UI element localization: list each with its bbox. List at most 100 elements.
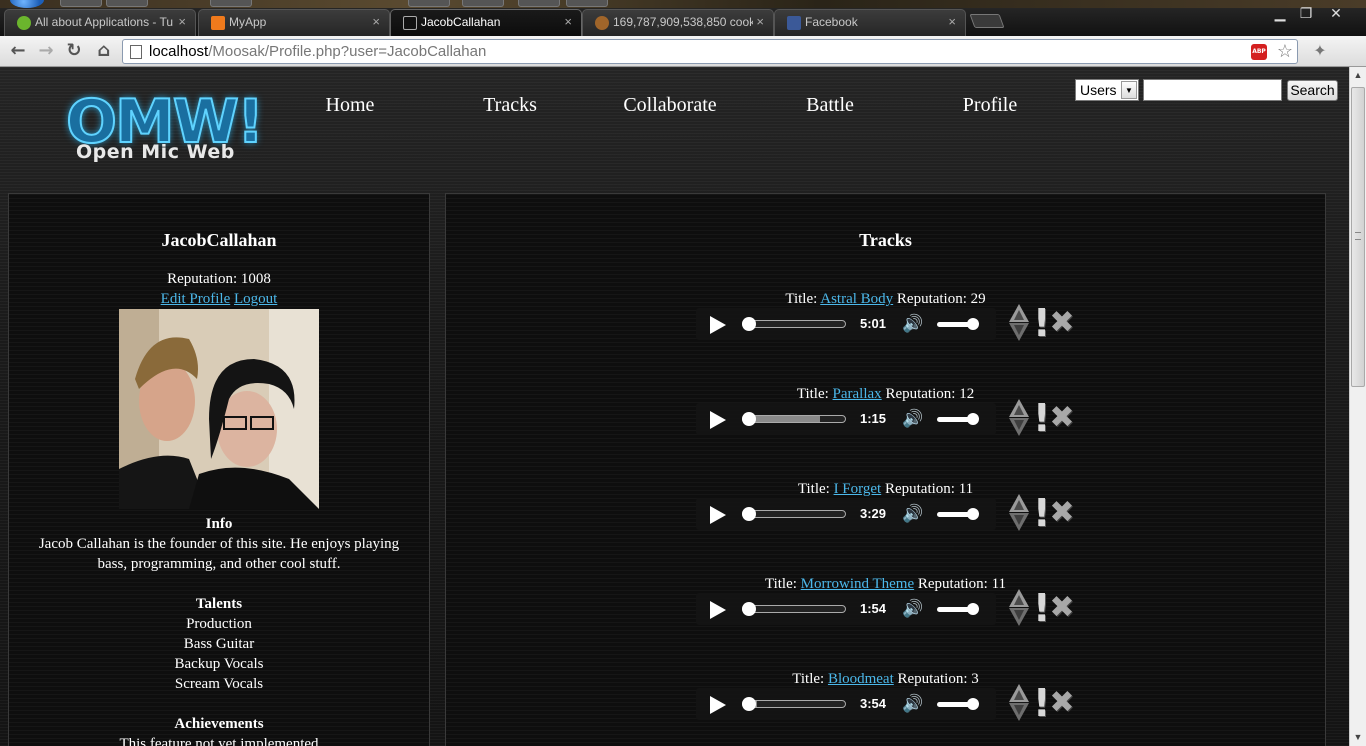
seek-knob[interactable] bbox=[742, 602, 756, 616]
restore-icon[interactable]: ❐ bbox=[1294, 6, 1318, 22]
track-reputation: 11 bbox=[991, 576, 1007, 592]
seek-knob[interactable] bbox=[742, 317, 756, 331]
volume-knob[interactable] bbox=[967, 413, 979, 425]
track-title-link[interactable]: Morrowind Theme bbox=[801, 576, 914, 592]
tab-label: MyApp bbox=[229, 15, 267, 29]
scrollbar-thumb[interactable] bbox=[1351, 87, 1365, 387]
play-icon[interactable] bbox=[710, 696, 726, 714]
report-icon[interactable]: ! bbox=[1033, 589, 1050, 627]
search-input[interactable] bbox=[1143, 79, 1282, 101]
taskbar-item[interactable] bbox=[210, 0, 252, 7]
title-prefix: Title: bbox=[764, 576, 797, 592]
tab-close-icon[interactable]: × bbox=[178, 14, 186, 29]
track-title-link[interactable]: I Forget bbox=[834, 481, 882, 497]
volume-icon[interactable]: 🔊 bbox=[902, 599, 923, 619]
seek-knob[interactable] bbox=[742, 507, 756, 521]
report-icon[interactable]: ! bbox=[1033, 684, 1050, 722]
close-window-icon[interactable]: ✕ bbox=[1324, 6, 1348, 22]
tab-close-icon[interactable]: × bbox=[564, 14, 572, 29]
seek-bar[interactable] bbox=[742, 605, 846, 613]
report-icon[interactable]: ! bbox=[1033, 494, 1050, 532]
chevron-down-icon[interactable]: ▼ bbox=[1121, 81, 1137, 99]
browser-tab[interactable]: All about Applications - Tu × bbox=[4, 9, 196, 36]
scroll-down-icon[interactable]: ▼ bbox=[1350, 729, 1366, 746]
volume-icon[interactable]: 🔊 bbox=[902, 409, 923, 429]
seek-knob[interactable] bbox=[742, 412, 756, 426]
delete-icon[interactable]: ✖ bbox=[1049, 498, 1075, 528]
home-icon[interactable]: ⌂ bbox=[92, 40, 116, 62]
seek-bar[interactable] bbox=[742, 700, 846, 708]
volume-icon[interactable]: 🔊 bbox=[902, 314, 923, 334]
play-icon[interactable] bbox=[710, 316, 726, 334]
seek-bar[interactable] bbox=[742, 510, 846, 518]
address-bar[interactable]: localhost/Moosak/Profile.php?user=JacobC… bbox=[122, 39, 1298, 64]
forward-arrow-icon[interactable]: → bbox=[34, 40, 58, 62]
info-text-line-1: Jacob Callahan is the founder of this si… bbox=[38, 536, 400, 552]
nav-home[interactable]: Home bbox=[270, 94, 430, 117]
track-title-link[interactable]: Astral Body bbox=[820, 291, 893, 307]
track-title-link[interactable]: Bloodmeat bbox=[828, 671, 894, 687]
vote-arrows-icon[interactable] bbox=[1008, 399, 1030, 437]
seek-bar[interactable] bbox=[742, 320, 846, 328]
delete-icon[interactable]: ✖ bbox=[1049, 593, 1075, 623]
seek-knob[interactable] bbox=[742, 697, 756, 711]
nav-profile[interactable]: Profile bbox=[910, 94, 1070, 117]
bookmark-star-icon[interactable]: ☆ bbox=[1277, 41, 1293, 62]
search-type-select[interactable]: Users ▼ bbox=[1075, 79, 1139, 101]
nav-collaborate[interactable]: Collaborate bbox=[590, 94, 750, 117]
minimize-icon[interactable]: ▁ bbox=[1268, 6, 1292, 22]
browser-tab[interactable]: MyApp × bbox=[198, 9, 390, 36]
volume-knob[interactable] bbox=[967, 508, 979, 520]
volume-icon[interactable]: 🔊 bbox=[902, 504, 923, 524]
taskbar-item[interactable] bbox=[566, 0, 608, 7]
report-icon[interactable]: ! bbox=[1033, 304, 1050, 342]
nav-battle[interactable]: Battle bbox=[750, 94, 910, 117]
taskbar-item[interactable] bbox=[462, 0, 504, 7]
play-icon[interactable] bbox=[710, 601, 726, 619]
tab-close-icon[interactable]: × bbox=[948, 14, 956, 29]
volume-knob[interactable] bbox=[967, 603, 979, 615]
search-button[interactable]: Search bbox=[1287, 80, 1338, 101]
nav-tracks[interactable]: Tracks bbox=[430, 94, 590, 117]
seek-bar[interactable] bbox=[742, 415, 846, 423]
vote-arrows-icon[interactable] bbox=[1008, 304, 1030, 342]
play-icon[interactable] bbox=[710, 506, 726, 524]
delete-icon[interactable]: ✖ bbox=[1049, 688, 1075, 718]
tab-label: JacobCallahan bbox=[421, 15, 501, 29]
new-tab-button[interactable] bbox=[969, 14, 1005, 28]
logout-link[interactable]: Logout bbox=[234, 291, 277, 307]
track-reputation: 12 bbox=[959, 386, 975, 402]
volume-icon[interactable]: 🔊 bbox=[902, 694, 923, 714]
page-scrollbar[interactable]: ▲ ▼ bbox=[1349, 67, 1366, 746]
edit-profile-link[interactable]: Edit Profile bbox=[161, 291, 231, 307]
play-icon[interactable] bbox=[710, 411, 726, 429]
browser-tab[interactable]: Facebook × bbox=[774, 9, 966, 36]
vote-arrows-icon[interactable] bbox=[1008, 589, 1030, 627]
track-title-link[interactable]: Parallax bbox=[833, 386, 882, 402]
tab-close-icon[interactable]: × bbox=[372, 14, 380, 29]
taskbar-item[interactable] bbox=[106, 0, 148, 7]
track-reputation: 11 bbox=[958, 481, 974, 497]
volume-knob[interactable] bbox=[967, 318, 979, 330]
vote-arrows-icon[interactable] bbox=[1008, 684, 1030, 722]
title-prefix: Title: bbox=[796, 386, 829, 402]
info-text-line-2: bass, programming, and other cool stuff. bbox=[97, 556, 341, 572]
tab-close-icon[interactable]: × bbox=[756, 14, 764, 29]
taskbar-item[interactable] bbox=[408, 0, 450, 7]
delete-icon[interactable]: ✖ bbox=[1049, 403, 1075, 433]
taskbar-item[interactable] bbox=[518, 0, 560, 7]
delete-icon[interactable]: ✖ bbox=[1049, 308, 1075, 338]
volume-knob[interactable] bbox=[967, 698, 979, 710]
site-logo[interactable]: OMW! Open Mic Web bbox=[64, 86, 274, 167]
browser-tab-active[interactable]: JacobCallahan × bbox=[390, 9, 582, 36]
back-arrow-icon[interactable]: ← bbox=[6, 40, 30, 62]
reputation-prefix: Reputation: bbox=[896, 291, 967, 307]
taskbar-item[interactable] bbox=[60, 0, 102, 7]
scroll-up-icon[interactable]: ▲ bbox=[1350, 67, 1366, 84]
vote-arrows-icon[interactable] bbox=[1008, 494, 1030, 532]
adblock-icon[interactable]: ABP bbox=[1251, 44, 1267, 60]
reload-icon[interactable]: ↻ bbox=[62, 40, 86, 62]
browser-tab[interactable]: 169,787,909,538,850 cooki × bbox=[582, 9, 774, 36]
wrench-menu-icon[interactable]: ✦ bbox=[1310, 41, 1330, 61]
report-icon[interactable]: ! bbox=[1033, 399, 1050, 437]
